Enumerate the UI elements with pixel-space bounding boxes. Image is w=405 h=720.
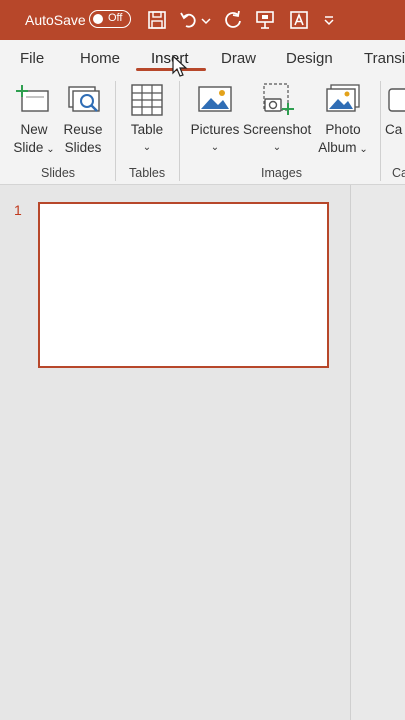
reuse-slides-icon bbox=[68, 86, 100, 112]
photo-album-button[interactable]: Photo Album ⌄ bbox=[316, 83, 370, 159]
customize-qat-icon[interactable] bbox=[322, 9, 336, 31]
chevron-down-icon: ⌄ bbox=[210, 142, 220, 153]
text-format-icon[interactable] bbox=[288, 9, 310, 31]
autosave-label: AutoSave bbox=[25, 12, 86, 28]
screenshot-label: Screenshot bbox=[243, 122, 312, 137]
camera-label: Ca bbox=[385, 122, 403, 137]
reuse-slides-button[interactable]: Reuse Slides bbox=[60, 83, 106, 157]
slide-thumbnail[interactable] bbox=[38, 202, 329, 368]
tab-design[interactable]: Design bbox=[286, 50, 333, 67]
present-icon[interactable] bbox=[254, 9, 276, 31]
autosave-toggle[interactable]: Off bbox=[89, 10, 131, 28]
group-separator bbox=[115, 81, 116, 181]
active-tab-indicator bbox=[136, 68, 206, 71]
pictures-icon bbox=[198, 86, 232, 112]
tab-home[interactable]: Home bbox=[80, 50, 120, 67]
camera-button[interactable]: Ca bbox=[385, 83, 405, 139]
camera-icon bbox=[388, 88, 405, 112]
undo-dropdown-icon[interactable] bbox=[200, 9, 212, 31]
group-label-slides: Slides bbox=[41, 166, 76, 180]
photo-album-icon bbox=[326, 84, 360, 112]
photo-album-label-2: Album bbox=[318, 140, 357, 155]
tab-draw[interactable]: Draw bbox=[221, 50, 256, 67]
new-slide-label-1: New bbox=[20, 122, 48, 137]
new-slide-label-2: Slide bbox=[13, 140, 44, 155]
group-separator bbox=[380, 81, 381, 181]
table-label: Table bbox=[130, 122, 164, 137]
redo-icon[interactable] bbox=[222, 9, 244, 31]
slide-number: 1 bbox=[14, 202, 22, 218]
group-label-camera: Ca bbox=[392, 166, 405, 180]
toggle-knob bbox=[93, 13, 103, 24]
reuse-slides-label-1: Reuse bbox=[63, 122, 103, 137]
chevron-down-icon: ⌄ bbox=[43, 144, 55, 155]
screenshot-icon bbox=[263, 83, 294, 115]
new-slide-button[interactable]: New Slide ⌄ bbox=[12, 83, 56, 159]
autosave-state: Off bbox=[108, 12, 123, 24]
undo-icon[interactable] bbox=[178, 9, 200, 31]
chevron-down-icon: ⌄ bbox=[142, 142, 152, 153]
pictures-label: Pictures bbox=[190, 122, 240, 137]
slide-editor-area[interactable] bbox=[351, 185, 405, 720]
title-bar: AutoSave Off bbox=[0, 0, 405, 40]
pictures-button[interactable]: Pictures ⌄ bbox=[189, 83, 241, 157]
chevron-down-icon: ⌄ bbox=[356, 144, 368, 155]
tab-transitions[interactable]: Transi bbox=[364, 50, 405, 67]
new-slide-icon bbox=[16, 85, 49, 112]
table-button[interactable]: Table ⌄ bbox=[124, 83, 170, 157]
group-label-tables: Tables bbox=[129, 166, 166, 180]
save-icon[interactable] bbox=[146, 9, 168, 31]
photo-album-label-1: Photo bbox=[325, 122, 361, 137]
tab-file[interactable]: File bbox=[20, 50, 44, 67]
mouse-cursor-icon bbox=[172, 55, 188, 77]
chevron-down-icon: ⌄ bbox=[272, 142, 282, 153]
group-label-images: Images bbox=[261, 166, 302, 180]
group-separator bbox=[179, 81, 180, 181]
ribbon: New Slide ⌄ Reuse Slides Slides Table ⌄ … bbox=[0, 75, 405, 185]
table-icon bbox=[131, 84, 163, 116]
reuse-slides-label-2: Slides bbox=[64, 140, 102, 155]
screenshot-button[interactable]: Screenshot ⌄ bbox=[243, 83, 311, 157]
